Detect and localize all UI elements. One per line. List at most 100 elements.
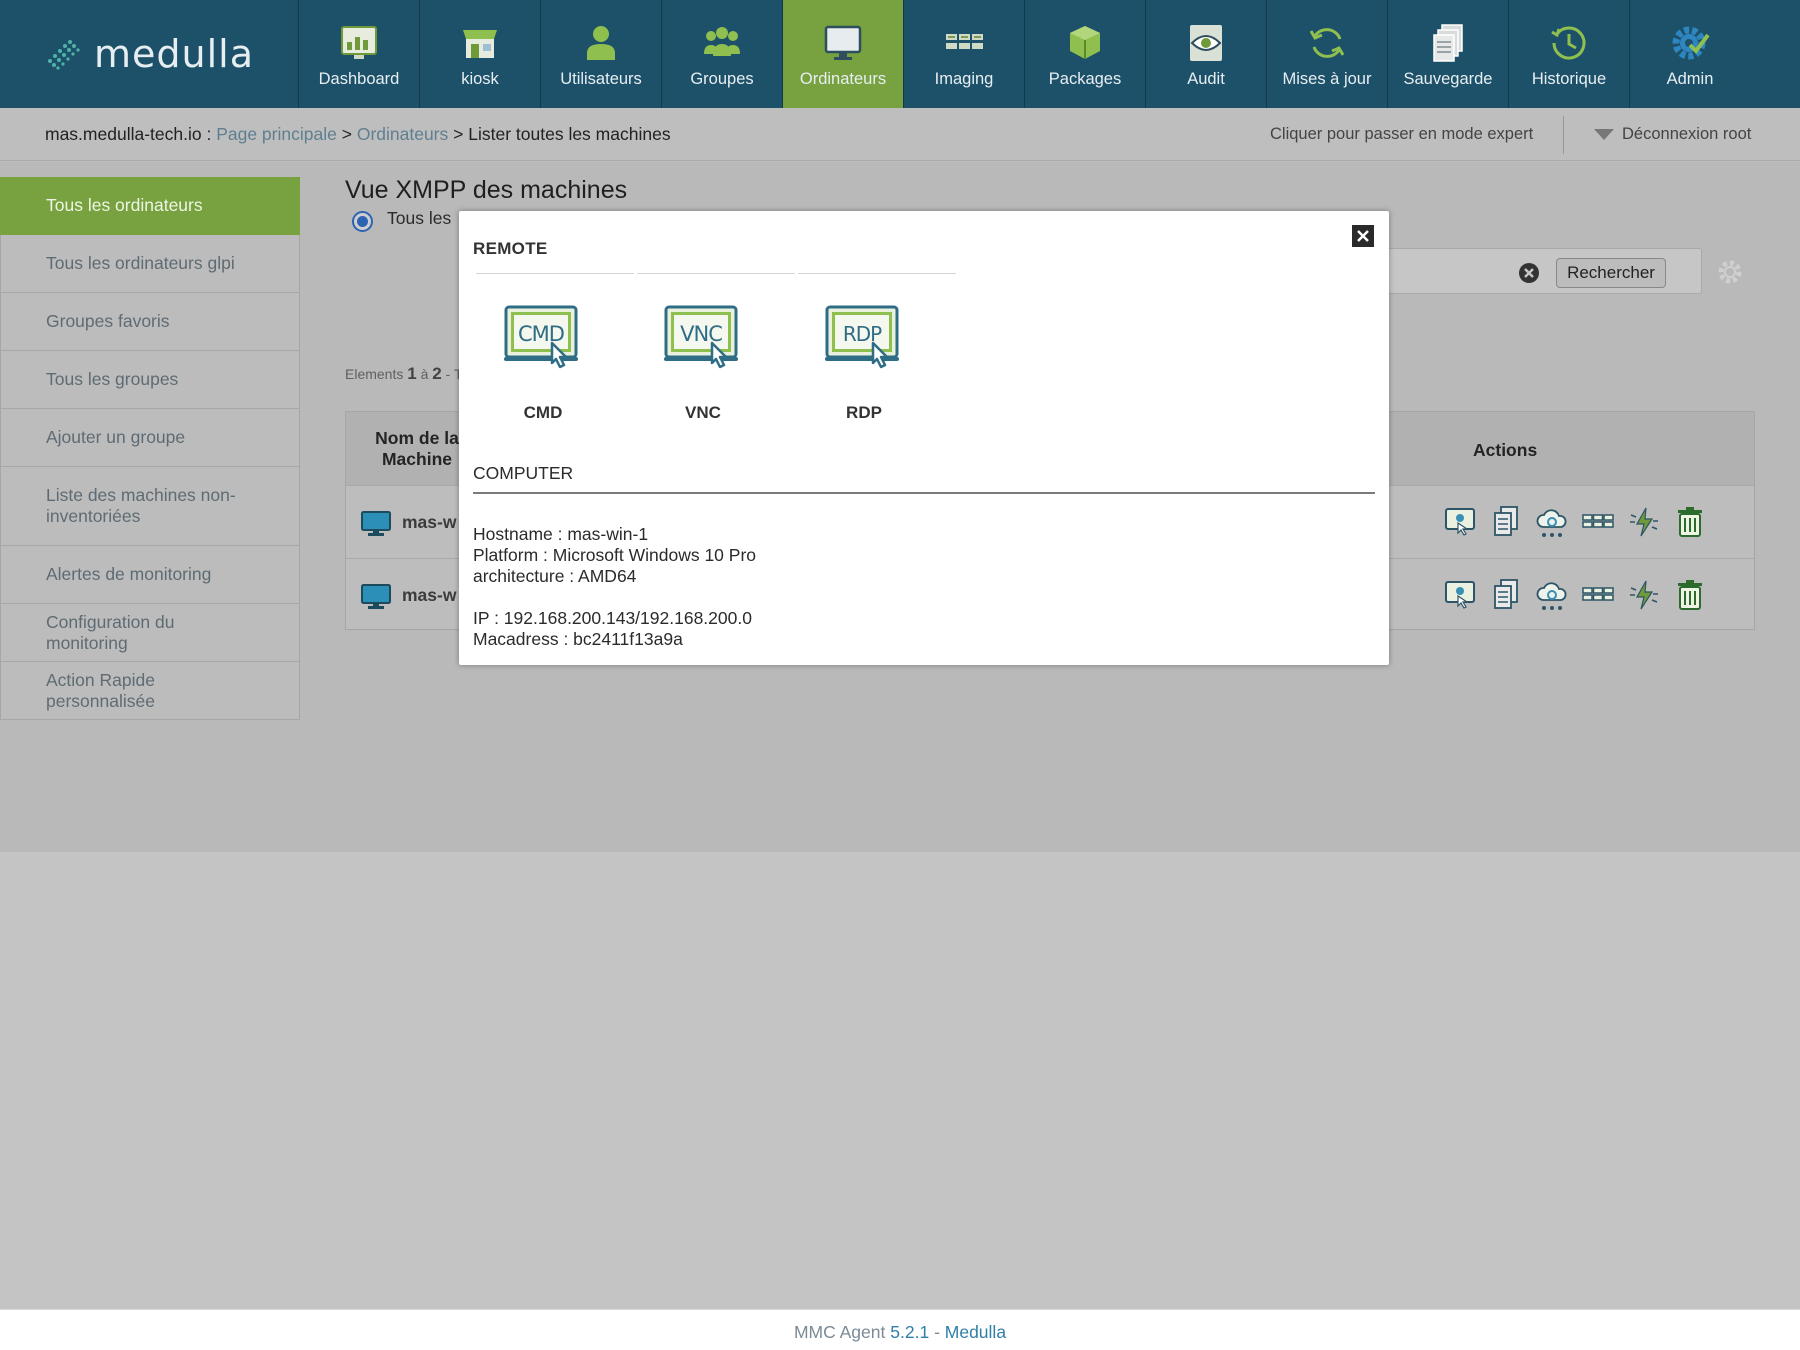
files-icon[interactable]: [1489, 578, 1523, 612]
header-divider: [1563, 116, 1564, 154]
medulla-logo[interactable]: medulla: [0, 0, 298, 108]
nav-label: Ordinateurs: [799, 70, 887, 88]
history-icon: [1551, 26, 1586, 60]
nav-kiosk[interactable]: kiosk: [419, 0, 540, 108]
footer-brand-link[interactable]: Medulla: [945, 1322, 1006, 1342]
audit-eye-icon: [1190, 25, 1222, 61]
sidebar-item-label: Configuration du monitoring: [46, 611, 175, 653]
sidebar-item-favorite-groups[interactable]: Groupes favoris: [0, 293, 300, 351]
breadcrumb-current: Lister toutes les machines: [468, 124, 671, 144]
packages-icon: [1070, 26, 1100, 59]
sidebar-item-add-group[interactable]: Ajouter un groupe: [0, 409, 300, 467]
nav-label: Mises à jour: [1282, 70, 1372, 88]
nav-label: Utilisateurs: [560, 70, 642, 88]
settings-gear-icon[interactable]: [1716, 258, 1744, 286]
machine-name-link[interactable]: mas-w: [402, 585, 456, 606]
remote-tab-underline: [476, 273, 634, 274]
remote-tab-underline: [798, 273, 956, 274]
files-icon[interactable]: [1489, 505, 1523, 539]
architecture-text: architecture : AMD64: [473, 566, 637, 586]
remote-desktop-icon[interactable]: [1443, 578, 1477, 612]
remote-cmd-button[interactable]: CMD CMD: [463, 303, 623, 423]
sidebar-item-label: Tous les ordinateurs: [46, 195, 203, 215]
nav-sauvegarde[interactable]: Sauvegarde: [1387, 0, 1508, 108]
remote-section-title: REMOTE: [473, 239, 548, 258]
nav-imaging[interactable]: Imaging: [903, 0, 1024, 108]
logout-link[interactable]: Déconnexion root: [1594, 125, 1751, 144]
sidebar-item-monitoring-config[interactable]: Configuration du monitoring: [0, 604, 300, 662]
nav-admin[interactable]: Admin: [1629, 0, 1750, 108]
delete-trash-icon[interactable]: [1673, 505, 1707, 539]
delete-trash-icon[interactable]: [1673, 578, 1707, 612]
nav-label: Audit: [1187, 70, 1225, 88]
nav-packages[interactable]: Packages: [1024, 0, 1145, 108]
footer-agent: MMC Agent: [793, 1322, 886, 1342]
cloud-deploy-icon[interactable]: [1535, 505, 1569, 539]
nav-label: kiosk: [461, 70, 499, 88]
sidebar-item-glpi-computers[interactable]: Tous les ordinateurs glpi: [0, 235, 300, 293]
imaging-menu-icon[interactable]: [1581, 578, 1615, 612]
dashboard-icon: [341, 26, 377, 59]
remote-vnc-button[interactable]: VNC VNC: [623, 303, 783, 423]
sidebar-item-label: Alertes de monitoring: [46, 564, 212, 584]
pagination-info: Elements 1 à 2 - T: [345, 364, 463, 384]
close-icon[interactable]: [1352, 225, 1374, 247]
main-nav: Dashboard kiosk Utilisateurs Groupes Ord…: [298, 0, 1750, 108]
sidebar-item-label: Tous les ordinateurs glpi: [46, 253, 235, 273]
monitor-icon: [824, 25, 862, 60]
nav-mises-a-jour[interactable]: Mises à jour: [1266, 0, 1387, 108]
platform-text: Platform : Microsoft Windows 10 Pro: [473, 545, 756, 565]
computer-icon: [361, 584, 391, 609]
breadcrumb-bar: mas.medulla-tech.io : Page principale > …: [0, 108, 1800, 161]
search-button[interactable]: Rechercher: [1556, 258, 1666, 288]
footer-version: 5.2.1: [890, 1322, 930, 1342]
page-title: Vue XMPP des machines: [345, 176, 628, 204]
filter-radio-label: Tous les: [387, 208, 452, 228]
gear-check-icon: [1672, 26, 1710, 60]
remote-rdp-button[interactable]: RDP RDP: [784, 303, 944, 423]
logout-label: Déconnexion root: [1622, 125, 1752, 143]
nav-ordinateurs[interactable]: Ordinateurs: [782, 0, 903, 108]
pagination-prefix: Elements: [345, 366, 404, 382]
nav-audit[interactable]: Audit: [1145, 0, 1266, 108]
sidebar-item-all-computers[interactable]: Tous les ordinateurs: [0, 177, 300, 235]
expert-mode-link[interactable]: Cliquer pour passer en mode expert: [1270, 125, 1533, 144]
sidebar-item-monitoring-alerts[interactable]: Alertes de monitoring: [0, 546, 300, 604]
hostname-text: Hostname : mas-win-1: [473, 524, 649, 544]
rdp-screen-icon: RDP: [825, 305, 899, 369]
machine-details-modal: REMOTE CMD CMD VNC VNC RDP RDP COMPUTER …: [459, 211, 1389, 665]
nav-groupes[interactable]: Groupes: [661, 0, 782, 108]
remote-rdp-label: RDP: [846, 403, 882, 422]
mac-address-text: Macadress : bc2411f13a9a: [473, 629, 683, 649]
remote-desktop-icon[interactable]: [1443, 505, 1477, 539]
vnc-screen-icon: VNC: [664, 305, 738, 369]
breadcrumb-home-link[interactable]: Page principale: [216, 124, 337, 144]
nav-dashboard[interactable]: Dashboard: [298, 0, 419, 108]
cmd-terminal-icon: CMD: [504, 305, 578, 369]
breadcrumb-separator: >: [341, 124, 352, 144]
cloud-deploy-icon[interactable]: [1535, 578, 1569, 612]
nav-label: Admin: [1666, 70, 1714, 88]
nav-label: Imaging: [934, 70, 994, 88]
breadcrumb-section-link[interactable]: Ordinateurs: [357, 124, 448, 144]
nav-label: Dashboard: [318, 70, 400, 88]
group-icon: [704, 27, 740, 56]
remote-tab-underline: [637, 273, 795, 274]
logo-text: medulla: [93, 32, 254, 76]
user-icon: [587, 26, 615, 60]
machine-name-link[interactable]: mas-w: [402, 512, 456, 533]
filter-radio[interactable]: [352, 211, 373, 232]
quick-action-icon[interactable]: [1627, 578, 1661, 612]
sidebar-item-all-groups[interactable]: Tous les groupes: [0, 351, 300, 409]
sidebar-item-quick-action[interactable]: Action Rapide personnalisée: [0, 662, 300, 720]
sidebar-item-uninventoried[interactable]: Liste des machines non-inventoriées: [0, 467, 300, 546]
clear-search-icon[interactable]: [1518, 262, 1540, 284]
quick-action-icon[interactable]: [1627, 505, 1661, 539]
sidebar-item-label: Tous les groupes: [46, 369, 179, 389]
nav-historique[interactable]: Historique: [1508, 0, 1629, 108]
imaging-menu-icon[interactable]: [1581, 505, 1615, 539]
column-header-name[interactable]: Nom de la Machine: [362, 428, 472, 470]
breadcrumb-host: mas.medulla-tech.io :: [45, 124, 212, 144]
pagination-from: 1: [407, 364, 417, 383]
nav-utilisateurs[interactable]: Utilisateurs: [540, 0, 661, 108]
